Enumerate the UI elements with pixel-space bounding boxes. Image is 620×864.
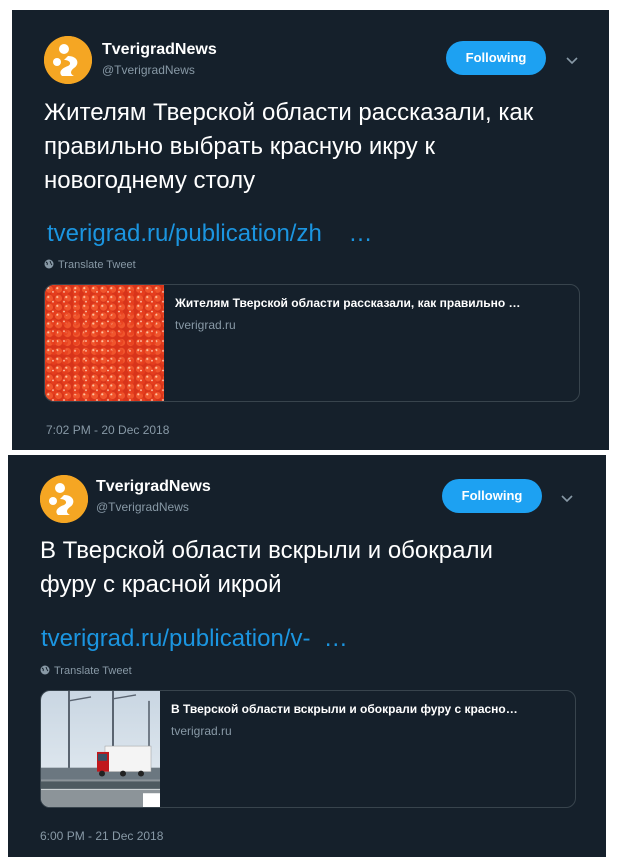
timestamp[interactable]: 6:00 PM - 21 Dec 2018 — [40, 829, 163, 843]
tweet-link[interactable]: tverigrad.ru/publication/v- … — [41, 625, 348, 653]
translate-tweet-link[interactable]: Translate Tweet — [40, 665, 132, 677]
tweet-card: TverigradNews @TverigradNews Following В… — [8, 455, 606, 857]
following-button[interactable]: Following — [442, 479, 542, 513]
card-domain: tverigrad.ru — [171, 724, 232, 738]
tweet-text: В Тверской области вскрыли и обокрали фу… — [40, 537, 493, 598]
caviar-thumbnail — [45, 285, 164, 401]
tverigrad-logo-icon — [44, 36, 92, 84]
avatar[interactable] — [40, 475, 88, 523]
tverigrad-logo-icon — [40, 475, 88, 523]
username[interactable]: @TverigradNews — [96, 500, 189, 514]
tweet-link[interactable]: tverigrad.ru/publication/zh … — [47, 220, 373, 248]
globe-icon — [44, 259, 54, 269]
timestamp[interactable]: 7:02 PM - 20 Dec 2018 — [46, 423, 169, 437]
link-card[interactable]: В Тверской области вскрыли и обокрали фу… — [40, 690, 576, 808]
tweet-text: Жителям Тверской области рассказали, как… — [44, 99, 534, 194]
translate-tweet-link[interactable]: Translate Tweet — [44, 259, 136, 271]
card-title: В Тверской области вскрыли и обокрали фу… — [171, 702, 518, 716]
chevron-down-icon[interactable] — [564, 52, 580, 68]
card-title: Жителям Тверской области рассказали, как… — [175, 296, 521, 310]
display-name[interactable]: TverigradNews — [102, 41, 217, 59]
tweet-card: TverigradNews @TverigradNews Following Ж… — [12, 10, 609, 450]
translate-label: Translate Tweet — [58, 259, 136, 271]
username[interactable]: @TverigradNews — [102, 63, 195, 77]
following-button[interactable]: Following — [446, 41, 546, 75]
truck-thumbnail — [41, 691, 160, 807]
translate-label: Translate Tweet — [54, 665, 132, 677]
card-domain: tverigrad.ru — [175, 318, 236, 332]
chevron-down-icon[interactable] — [559, 490, 575, 506]
globe-icon — [40, 665, 50, 675]
link-card[interactable]: Жителям Тверской области рассказали, как… — [44, 284, 580, 402]
avatar[interactable] — [44, 36, 92, 84]
display-name[interactable]: TverigradNews — [96, 478, 211, 496]
